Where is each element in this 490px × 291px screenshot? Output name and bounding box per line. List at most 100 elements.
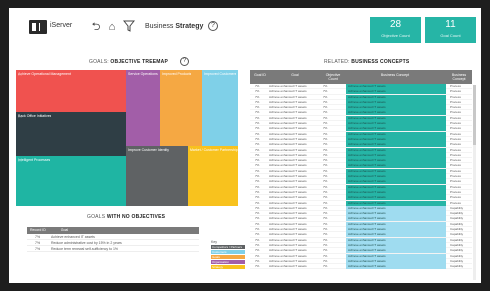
tile-label: Service Operations [128, 72, 158, 76]
business-concept-cell: Achieve enhanced IT assets [346, 158, 446, 164]
iserver-logo-icon [29, 20, 47, 34]
concepts-title-prefix: RELATED: [324, 59, 350, 65]
treemap-tile[interactable]: Market / Customer Partnership [188, 146, 238, 206]
dashboard-screen: iServer ⮌ ⌂ Business Strategy ? 28 Objec… [9, 8, 481, 283]
kpi-label: Objective Count [381, 33, 410, 38]
filter-icon[interactable] [122, 20, 136, 34]
legend-item: Strategy [211, 265, 245, 269]
business-concept-cell: Achieve enhanced IT assets [346, 242, 446, 248]
business-concept-cell: Achieve enhanced IT assets [346, 211, 446, 217]
objective-treemap: Achieve Operational Management… Service … [16, 70, 238, 206]
kpi-value: 11 [445, 19, 456, 30]
legend-item: Customers [211, 250, 245, 254]
scrollbar-thumb[interactable] [473, 85, 476, 145]
column-header[interactable]: Business Concept [446, 73, 472, 81]
kpi-objective-count[interactable]: 28 Objective Count [370, 17, 421, 43]
goal-text: Achieve enhanced IT assets [51, 235, 95, 239]
table-scrollbar[interactable] [473, 85, 476, 280]
page-title-prefix: Business [145, 23, 174, 30]
business-concept-cell: Achieve enhanced IT assets [346, 174, 446, 180]
treemap-tile[interactable]: Improved Products [160, 70, 202, 146]
business-concept-cell: Achieve enhanced IT assets [346, 126, 446, 132]
table-header: Record ID Goal [27, 227, 199, 234]
business-concept-cell: Achieve enhanced IT assets [346, 216, 446, 222]
business-concept-cell: Achieve enhanced IT assets [346, 152, 446, 158]
treemap-title: GOALS: OBJECTIVE TREEMAP [89, 59, 168, 65]
tile-more-icon: … [18, 158, 22, 163]
concepts-title-bold: BUSINESS CONCEPTS [351, 59, 410, 65]
business-concept-cell: Achieve enhanced IT assets [346, 200, 446, 206]
business-concept-cell: Achieve enhanced IT assets [346, 147, 446, 153]
business-concept-cell: Achieve enhanced IT assets [346, 115, 446, 121]
legend-item: Competitors / Partners [211, 245, 245, 249]
table-row[interactable]: 7% Reduce term renewal self-sufficiency t… [27, 246, 199, 252]
table-row[interactable]: 7% Achieve enhanced IT assets 7% Achieve en… [250, 264, 472, 270]
page-title-bold: Strategy [175, 23, 204, 30]
tile-more-icon: … [18, 72, 22, 77]
business-concept-cell: Achieve enhanced IT assets [346, 105, 446, 111]
objective-count-cell: 7% [323, 264, 328, 269]
business-concept-cell: Achieve enhanced IT assets [346, 168, 446, 174]
tile-label: Improve Customer Identity [128, 148, 170, 152]
column-header[interactable]: Goal ID [252, 73, 268, 77]
business-concept-cell: Achieve enhanced IT assets [346, 232, 446, 238]
business-concept-cell: Achieve enhanced IT assets [346, 99, 446, 105]
tile-more-icon: … [18, 114, 22, 119]
treemap-tile[interactable]: Improved Customers [202, 70, 238, 146]
business-concept-cell: Achieve enhanced IT assets [346, 163, 446, 169]
business-concept-cell: Achieve enhanced IT assets [346, 195, 446, 201]
business-concept-cell: Achieve enhanced IT assets [346, 221, 446, 227]
record-id: 7% [35, 247, 41, 251]
business-concept-cell: Achieve enhanced IT assets [346, 179, 446, 185]
help-icon[interactable]: ? [208, 21, 218, 31]
business-concept-cell: Achieve enhanced IT assets [346, 110, 446, 116]
business-concept-cell: Achieve enhanced IT assets [346, 121, 446, 127]
goal-text: Reduce term renewal self-sufficiency to … [51, 247, 119, 251]
kpi-value: 28 [389, 19, 402, 30]
home-icon[interactable]: ⌂ [105, 20, 119, 34]
business-concept-cell: Achieve enhanced IT assets [346, 258, 446, 264]
treemap-tile[interactable]: Improve Customer Identity [126, 146, 188, 206]
back-icon[interactable]: ⮌ [89, 20, 103, 34]
no-objectives-title: GOALS WITH NO OBJECTIVES [87, 214, 165, 220]
column-header[interactable]: Objective Count [322, 73, 344, 81]
kpi-label: Goal Count [440, 33, 461, 38]
treemap-tile[interactable]: Service Operations [126, 70, 160, 146]
business-concept-cell: Achieve enhanced IT assets [346, 253, 446, 259]
business-concept-cell: Achieve enhanced IT assets [346, 205, 446, 211]
treemap-help-icon[interactable]: ? [180, 57, 189, 66]
tile-label: Market / Customer Partnership [190, 148, 238, 152]
legend-item: Goals [211, 255, 245, 259]
treemap-tile[interactable]: Achieve Operational Management… [16, 70, 126, 112]
business-concept-cell: Achieve enhanced IT assets [346, 94, 446, 100]
concept-type-cell: Capability [450, 264, 464, 269]
goal-id-cell: 7% [255, 264, 260, 269]
business-concepts-table: Goal ID Goal Objective Count Business Co… [250, 70, 472, 270]
business-concept-cell: Achieve enhanced IT assets [346, 84, 446, 89]
tile-label: Intelligent Processes [18, 158, 51, 162]
column-header[interactable]: Goal [61, 228, 68, 232]
column-header[interactable]: Business Concept [370, 73, 420, 77]
no-objectives-title-bold: WITH NO OBJECTIVES [106, 214, 166, 220]
tile-label: Back Office Initiatives [18, 114, 52, 118]
business-concept-cell: Achieve enhanced IT assets [346, 237, 446, 243]
business-concept-cell: Achieve enhanced IT assets [346, 264, 446, 270]
treemap-tile[interactable]: Back Office Initiatives… [16, 112, 126, 156]
column-header[interactable]: Record ID [30, 228, 46, 232]
table-header: Goal ID Goal Objective Count Business Co… [250, 70, 472, 84]
business-concept-cell: Achieve enhanced IT assets [346, 248, 446, 254]
page-title: Business Strategy [145, 23, 203, 30]
kpi-goal-count[interactable]: 11 Goal Count [425, 17, 476, 43]
column-header[interactable]: Goal [280, 73, 310, 77]
business-concept-cell: Achieve enhanced IT assets [346, 142, 446, 148]
no-objectives-title-prefix: GOALS [87, 214, 106, 220]
treemap-tile[interactable]: Intelligent Processes… [16, 156, 126, 206]
treemap-title-bold: OBJECTIVE TREEMAP [110, 59, 168, 65]
tile-label: Improved Products [162, 72, 192, 76]
business-concept-cell: Achieve enhanced IT assets [346, 184, 446, 190]
legend-item: Organisation [211, 260, 245, 264]
tile-label: Achieve Operational Management [18, 72, 71, 76]
business-concept-cell: Achieve enhanced IT assets [346, 189, 446, 195]
concepts-title: RELATED: BUSINESS CONCEPTS [324, 59, 409, 65]
header-bar: iServer ⮌ ⌂ Business Strategy ? 28 Objec… [9, 8, 481, 44]
